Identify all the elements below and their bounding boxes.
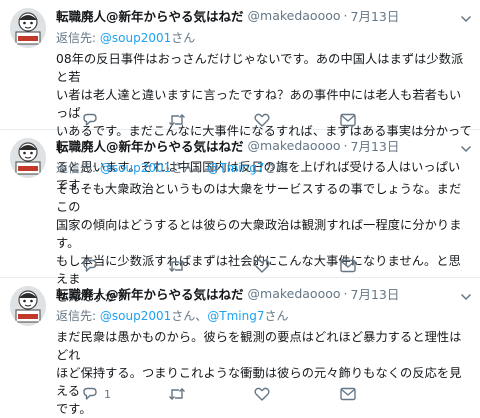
avatar[interactable] bbox=[10, 286, 46, 326]
retweet-button[interactable] bbox=[168, 112, 254, 128]
display-name[interactable]: 転職廃人@新年からやる気はねだ bbox=[56, 284, 244, 303]
reply-button[interactable]: 1 bbox=[82, 386, 168, 402]
tweet-date[interactable]: 7月13日 bbox=[351, 6, 400, 25]
reply-prefix: 返信先: bbox=[56, 309, 97, 323]
retweet-button[interactable] bbox=[168, 386, 254, 402]
timeline: 転職廃人@新年からやる気はねだ @makedaoooo · 7月13日 返信先: @so… bbox=[0, 0, 480, 416]
like-button[interactable] bbox=[254, 258, 340, 274]
avatar[interactable] bbox=[10, 138, 46, 178]
retweet-icon bbox=[168, 387, 186, 401]
tweet-text-line: 国家の傾向はどうするとは彼らの大衆政治は観測すれば一程度に分かります。 bbox=[56, 218, 462, 250]
reply-prefix: 返信先: bbox=[56, 161, 97, 175]
tweet-date[interactable]: 7月13日 bbox=[351, 136, 400, 155]
mention-link[interactable]: @soup2001 bbox=[100, 31, 171, 45]
reply-icon bbox=[82, 259, 98, 273]
reply-icon bbox=[82, 387, 98, 401]
tweet[interactable]: 転職廃人@新年からやる気はねだ @makedaoooo · 7月13日返信先: @so… bbox=[0, 278, 480, 416]
tweet-text-line: 08年の反日事件はおっさんだけじゃないです。あの中国人はまずは少数派と若 bbox=[56, 52, 464, 84]
user-handle[interactable]: @makedaoooo bbox=[248, 8, 341, 23]
retweet-icon bbox=[168, 113, 186, 127]
tweet-date[interactable]: 7月13日 bbox=[351, 284, 400, 303]
tweet-text: まだ民衆は愚かものから。彼らを観測の要点はどれほど暴力すると理性はどれ ほど保持す… bbox=[56, 328, 472, 418]
mention-suffix: さん、 bbox=[171, 161, 208, 175]
tweet-text-line: です。 bbox=[56, 402, 92, 416]
mention-suffix: さん bbox=[264, 161, 289, 175]
tweet-header: 転職廃人@新年からやる気はねだ @makedaoooo · 7月13日 bbox=[56, 136, 472, 154]
message-button[interactable] bbox=[340, 112, 426, 128]
mention-suffix: さん bbox=[171, 31, 196, 45]
mention-link[interactable]: @Tming7 bbox=[207, 161, 264, 175]
separator-dot: · bbox=[343, 7, 348, 23]
message-button[interactable] bbox=[340, 386, 426, 402]
tweet-header: 転職廃人@新年からやる気はねだ @makedaoooo · 7月13日 bbox=[56, 284, 472, 302]
separator-dot: · bbox=[343, 285, 348, 301]
chevron-down-icon[interactable] bbox=[460, 9, 472, 23]
tweet-text-line: まだ民衆は愚かものから。彼らを観測の要点はどれほど暴力すると理性はどれ bbox=[56, 330, 462, 362]
mention-suffix: さん、 bbox=[171, 309, 208, 323]
mention-link[interactable]: @soup2001 bbox=[100, 309, 171, 323]
reply-context: 返信先: @soup2001さん bbox=[56, 30, 472, 46]
display-name[interactable]: 転職廃人@新年からやる気はねだ bbox=[56, 6, 244, 25]
heart-icon bbox=[254, 113, 270, 127]
heart-icon bbox=[254, 387, 270, 401]
mention-link[interactable]: @Tming7 bbox=[207, 309, 264, 323]
reply-context: 返信先: @soup2001さん、@Tming7さん bbox=[56, 308, 472, 324]
like-button[interactable] bbox=[254, 386, 340, 402]
envelope-icon bbox=[340, 259, 356, 273]
tweet-actions: 1 bbox=[82, 386, 426, 402]
reply-context: 返信先: @soup2001さん、@Tming7さん bbox=[56, 160, 472, 176]
mention-suffix: さん bbox=[264, 309, 289, 323]
chevron-down-icon[interactable] bbox=[460, 287, 472, 301]
retweet-icon bbox=[168, 259, 186, 273]
retweet-button[interactable] bbox=[168, 258, 254, 274]
reply-count: 1 bbox=[104, 387, 111, 401]
message-button[interactable] bbox=[340, 258, 426, 274]
tweet[interactable]: 転職廃人@新年からやる気はねだ @makedaoooo · 7月13日 返信先: @so… bbox=[0, 130, 480, 304]
avatar[interactable] bbox=[10, 8, 46, 48]
envelope-icon bbox=[340, 387, 356, 401]
envelope-icon bbox=[340, 113, 356, 127]
tweet-header: 転職廃人@新年からやる気はねだ @makedaoooo · 7月13日 bbox=[56, 6, 472, 24]
chevron-down-icon[interactable] bbox=[460, 139, 472, 153]
tweet-actions bbox=[82, 258, 426, 274]
user-handle[interactable]: @makedaoooo bbox=[248, 286, 341, 301]
reply-button[interactable] bbox=[82, 258, 168, 274]
mention-link[interactable]: @soup2001 bbox=[100, 161, 171, 175]
reply-button[interactable] bbox=[82, 112, 168, 128]
display-name[interactable]: 転職廃人@新年からやる気はねだ bbox=[56, 136, 244, 155]
separator-dot: · bbox=[343, 137, 348, 153]
reply-prefix: 返信先: bbox=[56, 31, 97, 45]
user-handle[interactable]: @makedaoooo bbox=[248, 138, 341, 153]
tweet-actions bbox=[82, 112, 426, 128]
heart-icon bbox=[254, 259, 270, 273]
like-button[interactable] bbox=[254, 112, 340, 128]
tweet[interactable]: 転職廃人@新年からやる気はねだ @makedaoooo · 7月13日 返信先: @so… bbox=[0, 0, 480, 192]
reply-icon bbox=[82, 113, 98, 127]
tweet-text-line: そもそも大衆政治というものは大衆をサービスするの事でしょうな。まだこの bbox=[56, 182, 462, 214]
